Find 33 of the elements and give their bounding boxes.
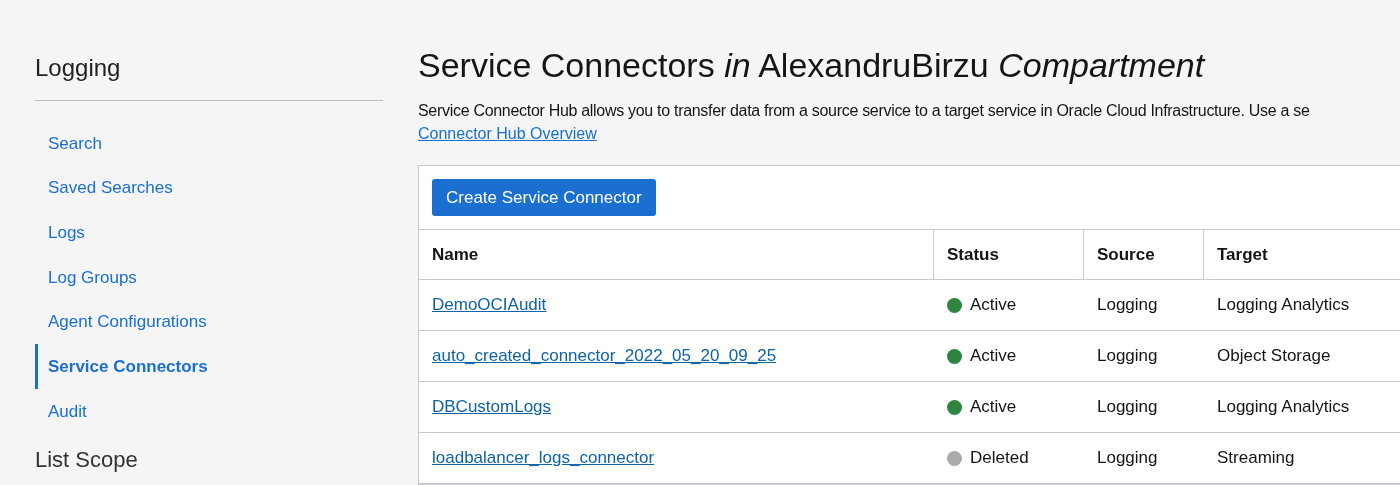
- create-button[interactable]: Create Service Connector: [432, 179, 656, 216]
- table-cell: Logging: [1097, 295, 1158, 315]
- status-text: Deleted: [970, 447, 1029, 470]
- status-text: Active: [970, 396, 1017, 419]
- connector-link[interactable]: auto_created_connector_2022_05_20_09_25: [432, 346, 777, 366]
- status-text: Active: [970, 294, 1017, 317]
- sidebar-item[interactable]: Service Connectors: [35, 344, 383, 390]
- sidebar-item[interactable]: Log Groups: [35, 255, 383, 300]
- table-cell: Logging Analytics: [1217, 295, 1350, 315]
- column-header: Name: [419, 230, 934, 279]
- connector-link[interactable]: DBCustomLogs: [432, 397, 552, 417]
- page-description: Service Connector Hub allows you to transfer data from a source service to a target service in Oracle Cloud Infrastructure. Use a se: [418, 101, 1311, 121]
- table-cell: Logging: [1097, 397, 1158, 417]
- status-text: Active: [970, 345, 1017, 368]
- sidebar-item[interactable]: Audit: [35, 389, 383, 434]
- sidebar-title: Logging: [35, 50, 383, 101]
- column-header: Target: [1204, 230, 1400, 279]
- table-cell: Logging: [1097, 448, 1158, 468]
- sidebar-item[interactable]: Saved Searches: [35, 165, 383, 211]
- column-header: Source: [1084, 230, 1204, 279]
- table-cell: Object Storage: [1217, 346, 1331, 366]
- column-header: Status: [934, 230, 1084, 279]
- table-cell: Streaming: [1217, 448, 1295, 468]
- sidebar-item[interactable]: Agent Configurations: [35, 299, 383, 345]
- table-cell: Logging Analytics: [1217, 397, 1350, 417]
- table-cell: Logging: [1097, 346, 1158, 366]
- section-title: List Scope: [35, 445, 139, 474]
- connector-link[interactable]: DemoOCIAudit: [432, 295, 547, 315]
- connector-link[interactable]: loadbalancer_logs_connector: [432, 448, 655, 468]
- sidebar-item[interactable]: Logs: [35, 210, 383, 256]
- sidebar-item[interactable]: Search: [35, 121, 383, 166]
- page-title: Service Connectors in AlexandruBirzu Compartment: [418, 45, 1207, 86]
- overview-link[interactable]: Connector Hub Overview: [418, 123, 597, 145]
